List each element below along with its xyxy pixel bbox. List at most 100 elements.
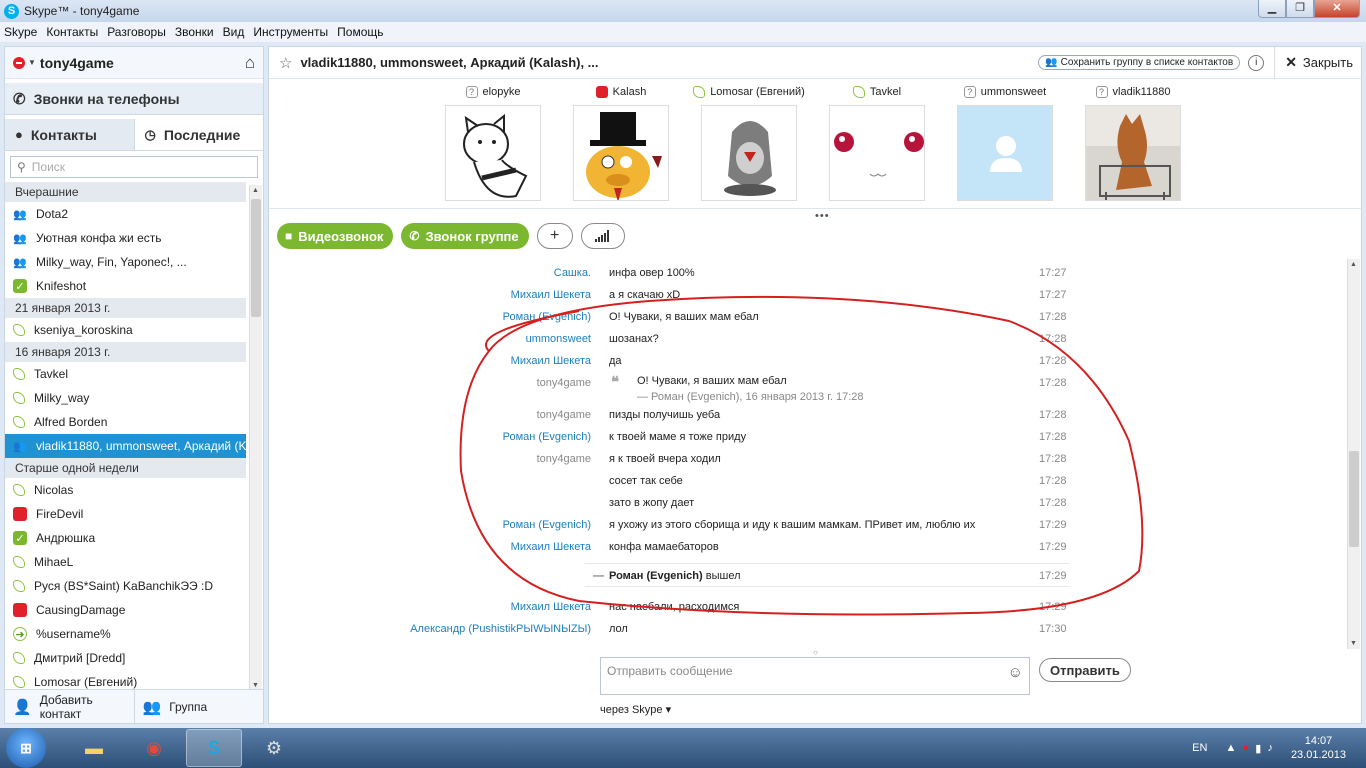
clock-time: 14:07 [1304,735,1333,747]
menu-tools[interactable]: Инструменты [253,25,328,39]
add-contact-button[interactable]: 👤 Добавить контакт [5,690,135,723]
menu-skype[interactable]: Skype [4,25,37,39]
contact-label: Dota2 [36,207,69,221]
clock[interactable]: 14:07 23.01.2013 [1291,734,1346,762]
menu-calls[interactable]: Звонки [175,25,214,39]
chevron-down-icon[interactable]: ▼ [28,58,36,67]
status-dnd-icon [13,603,27,617]
search-input[interactable]: ⚲ Поиск [10,156,258,178]
start-button[interactable]: ⊞ [6,728,46,768]
contact-list-item[interactable]: CausingDamage [5,598,246,622]
skype-taskbar-button[interactable]: S [186,729,242,767]
send-via-label: через Skype [600,704,663,716]
splitter-grip[interactable]: ○ [813,648,818,657]
participant-elopyke[interactable]: ? elopyke [429,83,557,201]
star-icon[interactable]: ☆ [279,54,292,72]
avatar[interactable] [701,105,797,201]
message-sender[interactable]: Сашка. [554,267,591,279]
avatar[interactable] [829,105,925,201]
contact-list-item[interactable]: MihaeL [5,550,246,574]
tray-expand-icon[interactable]: ▲ [1225,742,1236,754]
default-avatar[interactable] [957,105,1053,201]
contact-list-item[interactable]: Nicolas [5,478,246,502]
tab-contacts[interactable]: ● Контакты [5,119,135,150]
video-call-button[interactable]: ■ Видеозвонок [277,223,394,249]
contact-list-item[interactable]: Tavkel [5,362,246,386]
minimize-button[interactable]: ▁ [1258,0,1286,18]
phone-calls-button[interactable]: ✆ Звонки на телефоны [5,83,263,115]
scroll-up-icon[interactable]: ▲ [1350,261,1357,268]
contact-list-item[interactable]: ➜ %username% [5,622,246,646]
offline-status-icon [13,392,25,404]
contact-label: Milky_way [34,391,90,405]
maximize-button[interactable]: ❐ [1286,0,1314,18]
group-call-button[interactable]: ✆ Звонок группе [401,223,529,249]
scroll-down-icon[interactable]: ▼ [252,682,259,689]
group-icon: 👥 [13,208,27,221]
send-button[interactable]: Отправить [1039,658,1131,682]
participant-lomosar[interactable]: Lomosar (Евгений) [685,83,813,201]
contact-list-item[interactable]: 👥 Milky_way, Fin, Yaponec!, ... [5,250,246,274]
recent-contacts-list: Вчерашние 👥 Dota2 👥 Уютная конфа жи есть 👥 Mil… [5,182,246,692]
avatar[interactable] [573,105,669,201]
chrome-icon: ◉ [146,737,162,758]
scroll-thumb[interactable] [251,199,261,317]
contact-list-item[interactable]: ✓ Андрюшка [5,526,246,550]
participant-vladik11880[interactable]: ? vladik11880 [1069,83,1197,201]
scroll-up-icon[interactable]: ▲ [252,187,259,194]
contact-list-item[interactable]: 👥 Уютная конфа жи есть [5,226,246,250]
contact-list-item[interactable]: 👥 vladik11880, ummonsweet, Аркадий (K... [5,434,246,458]
contact-list-item[interactable]: Руся (BS*Saint) KaBanchikЭЭ :D [5,574,246,598]
scroll-thumb[interactable] [1349,451,1359,547]
home-icon[interactable]: ⌂ [245,53,255,73]
call-quality-button[interactable] [580,223,625,249]
steam-taskbar-button[interactable]: ⚙ [246,729,302,767]
info-icon[interactable]: i [1248,54,1265,71]
network-icon[interactable]: ▮ [1255,742,1261,755]
chrome-taskbar-button[interactable]: ◉ [126,729,182,767]
resize-handle[interactable]: ••• [815,210,830,222]
window-title: Skype™ - tony4game [24,4,140,18]
contact-list-item[interactable]: FireDevil [5,502,246,526]
menu-help[interactable]: Помощь [337,25,383,39]
contact-list-item[interactable]: Milky_way [5,386,246,410]
participant-name: Kalash [612,86,647,98]
volume-icon[interactable]: ♪ [1267,742,1273,754]
unknown-status-icon: ? [465,86,478,98]
participant-ummonsweet[interactable]: ? ummonsweet [941,83,1069,201]
menu-contacts[interactable]: Контакты [46,25,98,39]
close-window-button[interactable]: ✕ [1314,0,1360,18]
chat-scrollbar[interactable]: ▲ ▼ [1347,259,1360,649]
scroll-down-icon[interactable]: ▼ [1350,640,1357,647]
add-person-icon: 👤 [13,698,32,716]
participant-kalash[interactable]: Kalash [557,83,685,201]
skype-tray-icon[interactable]: ● [1242,742,1249,754]
create-group-button[interactable]: 👥 Группа [135,690,264,723]
menu-view[interactable]: Вид [223,25,245,39]
tab-recent[interactable]: ◷ Последние [134,119,263,150]
contact-list-item[interactable]: Дмитрий [Dredd] [5,646,246,670]
status-dnd-icon[interactable] [13,56,25,69]
contact-list-item[interactable]: kseniya_koroskina [5,318,246,342]
close-chat-button[interactable]: ✕ Закрыть [1274,46,1361,79]
participant-tavkel[interactable]: Tavkel [813,83,941,201]
emoticon-icon[interactable]: ☺ [1008,664,1023,681]
add-participant-button[interactable]: + [536,223,573,249]
avatar[interactable] [1085,105,1181,201]
language-indicator[interactable]: EN [1192,742,1207,754]
menu-conversations[interactable]: Разговоры [107,25,166,39]
contacts-scrollbar[interactable]: ▲ ▼ [249,185,262,691]
message-sender[interactable]: Александр (PushistikPЫWЫNЫZЫ) [410,623,591,635]
contact-list-item[interactable]: Alfred Borden [5,410,246,434]
menu-bar: Skype Контакты Разговоры Звонки Вид Инст… [0,22,1366,42]
avatar[interactable] [445,105,541,201]
contact-list-item[interactable]: ✓ Knifeshot [5,274,246,298]
contact-list-item[interactable]: 👥 Dota2 [5,202,246,226]
message-input[interactable]: Отправить сообщение ☺ [600,657,1030,695]
send-via-dropdown[interactable]: через Skype ▾ [600,703,671,716]
folder-icon: ▬ [85,737,103,758]
explorer-taskbar-button[interactable]: ▬ [66,729,122,767]
save-group-button[interactable]: 👥 Сохранить группу в списке контактов [1038,55,1241,70]
profile-name[interactable]: tony4game [40,55,114,71]
profile-bar[interactable]: ▼ tony4game ⌂ [5,47,263,79]
